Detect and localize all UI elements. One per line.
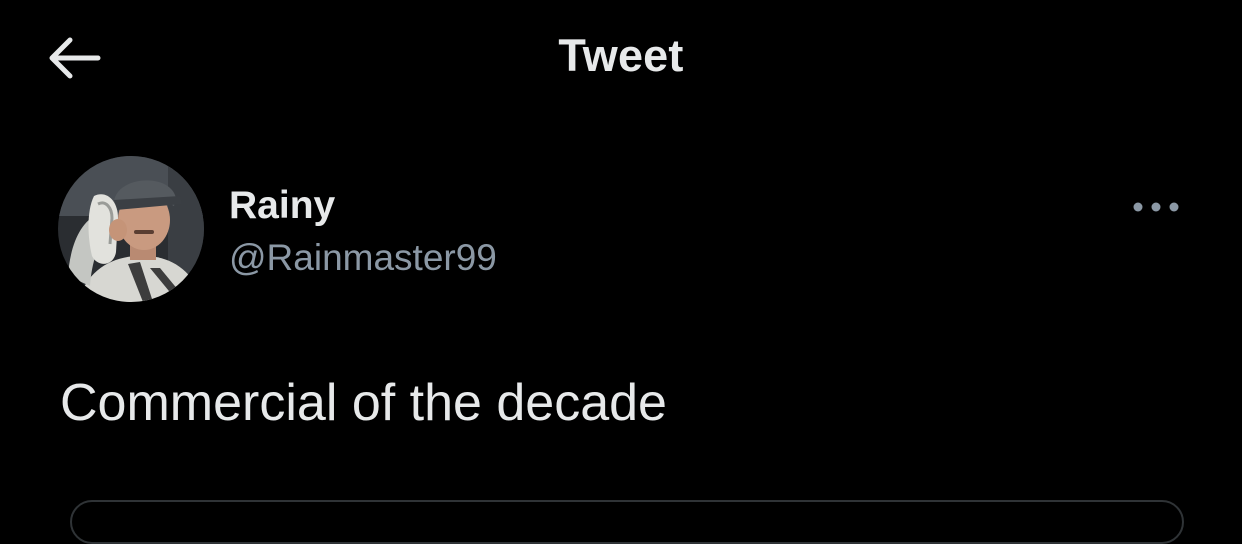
page-title: Tweet bbox=[558, 30, 684, 81]
top-bar: Tweet bbox=[0, 0, 1242, 116]
author-handle[interactable]: @Rainmaster99 bbox=[229, 234, 497, 282]
ellipsis-icon bbox=[1133, 202, 1179, 212]
tweet-text: Commercial of the decade bbox=[60, 374, 667, 432]
profile-photo bbox=[58, 156, 204, 302]
tweet-author-row: Rainy @Rainmaster99 bbox=[58, 156, 1188, 306]
more-options-button[interactable] bbox=[1128, 192, 1184, 222]
avatar[interactable] bbox=[58, 156, 204, 302]
author-display-name[interactable]: Rainy bbox=[229, 182, 497, 230]
author-info: Rainy @Rainmaster99 bbox=[229, 182, 497, 282]
media-card-edge[interactable] bbox=[70, 500, 1184, 544]
